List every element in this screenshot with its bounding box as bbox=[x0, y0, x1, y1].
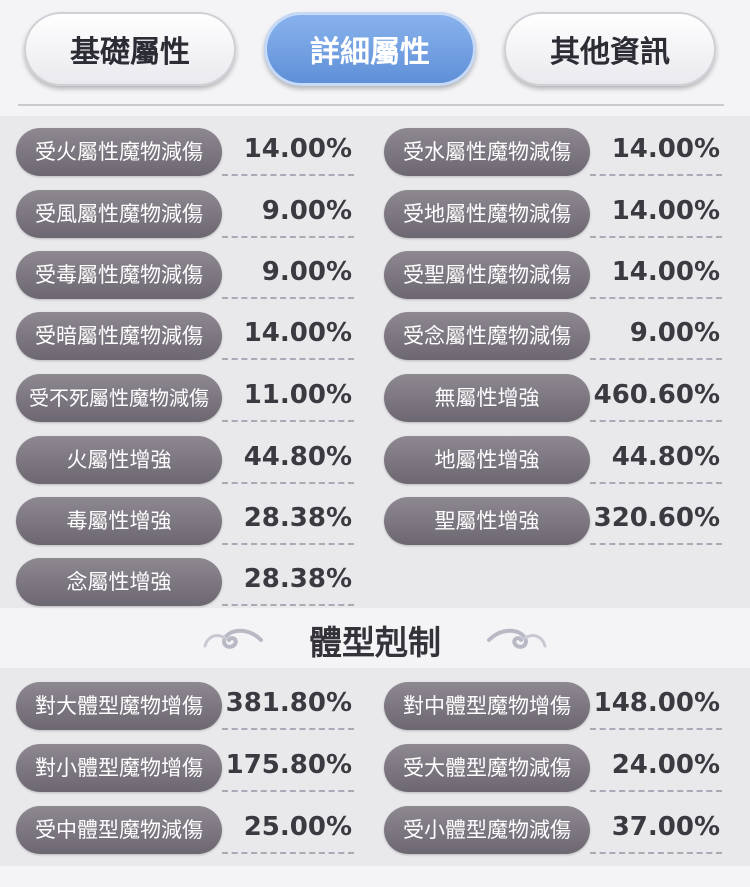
stat-label: 受地屬性魔物減傷 bbox=[384, 190, 590, 238]
stat-label: 受風屬性魔物減傷 bbox=[16, 190, 222, 238]
tab-divider bbox=[18, 104, 724, 106]
ornament-right-icon bbox=[487, 628, 547, 649]
dashed-line bbox=[590, 420, 722, 422]
stat-row: 受念屬性魔物減傷 9.00% bbox=[384, 310, 722, 362]
stat-label: 受水屬性魔物減傷 bbox=[384, 128, 590, 176]
dashed-line bbox=[590, 728, 722, 730]
stat-label: 受中體型魔物減傷 bbox=[16, 806, 222, 854]
dashed-line bbox=[590, 297, 722, 299]
stat-value: 381.80% bbox=[225, 688, 352, 718]
stat-label: 受暗屬性魔物減傷 bbox=[16, 312, 222, 360]
stat-row: 對小體型魔物增傷 175.80% bbox=[16, 742, 354, 794]
tab-basic-attributes[interactable]: 基礎屬性 bbox=[24, 12, 236, 86]
dashed-line bbox=[222, 728, 354, 730]
stat-row: 聖屬性增強 320.60% bbox=[384, 495, 722, 547]
stat-value: 14.00% bbox=[611, 196, 720, 226]
stat-row: 受暗屬性魔物減傷 14.00% bbox=[16, 310, 354, 362]
ornament-left-icon bbox=[203, 628, 263, 649]
stat-label: 火屬性增強 bbox=[16, 436, 222, 484]
stat-value: 14.00% bbox=[243, 318, 352, 348]
dashed-line bbox=[590, 790, 722, 792]
stat-value: 320.60% bbox=[593, 503, 720, 533]
stat-row: 受不死屬性魔物減傷 11.00% bbox=[16, 372, 354, 424]
dashed-line bbox=[222, 852, 354, 854]
stat-label: 聖屬性增強 bbox=[384, 497, 590, 545]
stat-label: 受毒屬性魔物減傷 bbox=[16, 251, 222, 299]
size-panel: 對大體型魔物增傷 381.80% 對中體型魔物增傷 148.00% 對小體型魔物… bbox=[0, 668, 750, 866]
dashed-line bbox=[222, 543, 354, 545]
tab-detailed-attributes[interactable]: 詳細屬性 bbox=[264, 12, 476, 86]
stat-row: 地屬性增強 44.80% bbox=[384, 434, 722, 486]
stat-value: 28.38% bbox=[243, 503, 352, 533]
dashed-line bbox=[222, 174, 354, 176]
stat-label: 受聖屬性魔物減傷 bbox=[384, 251, 590, 299]
section-header: 體型剋制 bbox=[0, 612, 750, 668]
stat-row: 無屬性增強 460.60% bbox=[384, 372, 722, 424]
dashed-line bbox=[222, 297, 354, 299]
stat-row: 念屬性增強 28.38% bbox=[16, 556, 354, 608]
stat-value: 44.80% bbox=[611, 442, 720, 472]
stat-value: 37.00% bbox=[611, 812, 720, 842]
stat-label: 毒屬性增強 bbox=[16, 497, 222, 545]
stat-label: 受念屬性魔物減傷 bbox=[384, 312, 590, 360]
attribute-panel: 受火屬性魔物減傷 14.00% 受水屬性魔物減傷 14.00% 受風屬性魔物減傷… bbox=[0, 116, 750, 608]
stat-label: 對大體型魔物增傷 bbox=[16, 682, 222, 730]
dashed-line bbox=[222, 236, 354, 238]
stat-value: 148.00% bbox=[593, 688, 720, 718]
stat-row: 受中體型魔物減傷 25.00% bbox=[16, 804, 354, 856]
stat-value: 175.80% bbox=[225, 750, 352, 780]
stat-row: 受地屬性魔物減傷 14.00% bbox=[384, 188, 722, 240]
stat-label: 受不死屬性魔物減傷 bbox=[16, 374, 222, 422]
dashed-line bbox=[222, 482, 354, 484]
tab-other-info[interactable]: 其他資訊 bbox=[504, 12, 716, 86]
stat-row: 毒屬性增強 28.38% bbox=[16, 495, 354, 547]
stat-value: 9.00% bbox=[261, 257, 352, 287]
stat-value: 460.60% bbox=[593, 380, 720, 410]
section-title: 體型剋制 bbox=[309, 623, 441, 662]
dashed-line bbox=[222, 420, 354, 422]
stat-value: 14.00% bbox=[611, 257, 720, 287]
stat-value: 14.00% bbox=[243, 134, 352, 164]
dashed-line bbox=[590, 852, 722, 854]
stat-label: 受大體型魔物減傷 bbox=[384, 744, 590, 792]
stat-value: 14.00% bbox=[611, 134, 720, 164]
dashed-line bbox=[590, 174, 722, 176]
stat-row: 受風屬性魔物減傷 9.00% bbox=[16, 188, 354, 240]
stat-row: 對中體型魔物增傷 148.00% bbox=[384, 680, 722, 732]
dashed-line bbox=[222, 790, 354, 792]
dashed-line bbox=[590, 543, 722, 545]
stat-value: 9.00% bbox=[261, 196, 352, 226]
dashed-line bbox=[590, 358, 722, 360]
stat-label: 對中體型魔物增傷 bbox=[384, 682, 590, 730]
stat-label: 受火屬性魔物減傷 bbox=[16, 128, 222, 176]
stat-row: 受大體型魔物減傷 24.00% bbox=[384, 742, 722, 794]
stat-label: 念屬性增強 bbox=[16, 558, 222, 606]
stat-label: 受小體型魔物減傷 bbox=[384, 806, 590, 854]
stat-value: 25.00% bbox=[243, 812, 352, 842]
stat-value: 11.00% bbox=[243, 380, 352, 410]
stat-value: 9.00% bbox=[629, 318, 720, 348]
stat-row: 對大體型魔物增傷 381.80% bbox=[16, 680, 354, 732]
stat-row: 受毒屬性魔物減傷 9.00% bbox=[16, 249, 354, 301]
stat-label: 對小體型魔物增傷 bbox=[16, 744, 222, 792]
stat-row: 受火屬性魔物減傷 14.00% bbox=[16, 126, 354, 178]
dashed-line bbox=[222, 358, 354, 360]
stat-value: 44.80% bbox=[243, 442, 352, 472]
stat-value: 28.38% bbox=[243, 564, 352, 594]
stat-label: 無屬性增強 bbox=[384, 374, 590, 422]
stat-label: 地屬性增強 bbox=[384, 436, 590, 484]
dashed-line bbox=[222, 604, 354, 606]
dashed-line bbox=[590, 482, 722, 484]
stat-row: 火屬性增強 44.80% bbox=[16, 434, 354, 486]
stat-row: 受水屬性魔物減傷 14.00% bbox=[384, 126, 722, 178]
stat-row: 受聖屬性魔物減傷 14.00% bbox=[384, 249, 722, 301]
dashed-line bbox=[590, 236, 722, 238]
stat-row: 受小體型魔物減傷 37.00% bbox=[384, 804, 722, 856]
stat-value: 24.00% bbox=[611, 750, 720, 780]
tab-bar: 基礎屬性 詳細屬性 其他資訊 bbox=[0, 0, 750, 104]
